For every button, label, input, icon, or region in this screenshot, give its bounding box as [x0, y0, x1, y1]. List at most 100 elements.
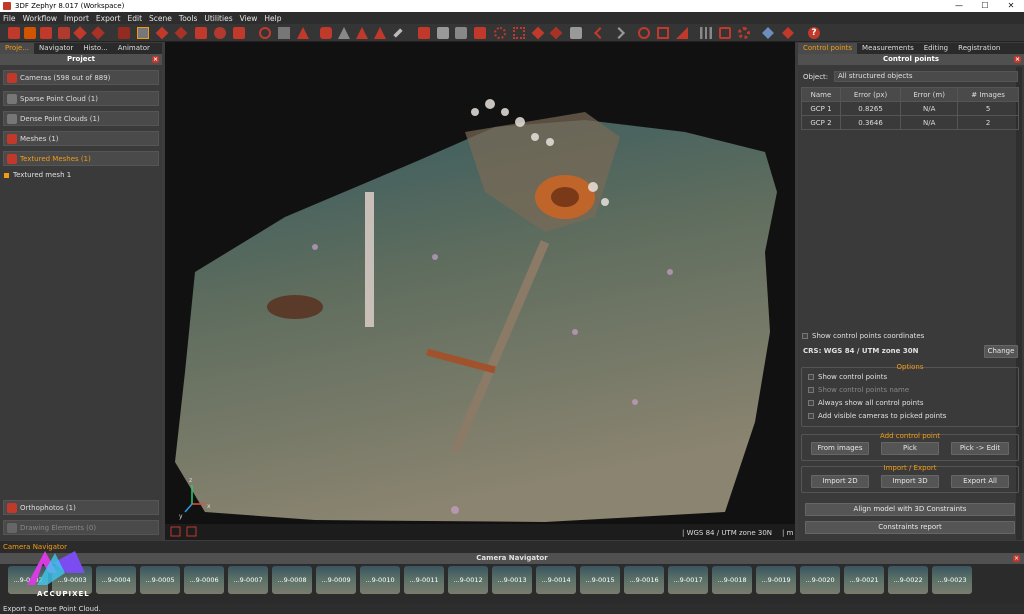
show-coords-checkbox[interactable]: Show control points coordinates: [802, 332, 924, 340]
camera-thumbnail[interactable]: ...9-0010: [360, 566, 400, 594]
project-item-drawing-elements[interactable]: Drawing Elements (0): [3, 520, 159, 535]
camera-thumbnail[interactable]: ...9-0023: [932, 566, 972, 594]
screenshot-icon[interactable]: [570, 27, 582, 39]
crop-icon[interactable]: [657, 27, 669, 39]
mesh-tool-icon[interactable]: [118, 27, 130, 39]
from-images-button[interactable]: From images: [811, 442, 869, 455]
camera-thumbnail[interactable]: ...9-0008: [272, 566, 312, 594]
filter-icon[interactable]: [418, 27, 430, 39]
camera-thumbnail[interactable]: ...9-0018: [712, 566, 752, 594]
textured-mesh-entry[interactable]: Textured mesh 1: [4, 171, 71, 179]
menu-tools[interactable]: Tools: [179, 14, 197, 23]
change-crs-button[interactable]: Change: [984, 345, 1018, 358]
cameras-tool-icon[interactable]: [58, 27, 70, 39]
sparse-cloud-icon[interactable]: [73, 26, 87, 40]
help-icon[interactable]: ?: [808, 27, 820, 39]
table-row[interactable]: GCP 1 0.8265 N/A 5: [801, 101, 1019, 116]
stop-icon[interactable]: [278, 27, 290, 39]
cube-red-icon[interactable]: [531, 26, 545, 40]
project-item-sparse-cloud[interactable]: Sparse Point Cloud (1): [3, 91, 159, 106]
import-2d-button[interactable]: Import 2D: [811, 475, 869, 488]
pick-button[interactable]: Pick: [881, 442, 939, 455]
tab-registration[interactable]: Registration: [953, 43, 1005, 54]
camera-thumbnail[interactable]: ...9-0017: [668, 566, 708, 594]
orbit-icon[interactable]: [259, 27, 271, 39]
texture-tool-icon[interactable]: [155, 26, 169, 40]
tab-control-points[interactable]: Control points: [798, 43, 858, 54]
sphere-select-icon[interactable]: [494, 27, 506, 39]
project-item-dense-cloud[interactable]: Dense Point Clouds (1): [3, 111, 159, 126]
menu-help[interactable]: Help: [264, 14, 281, 23]
camera-icon[interactable]: [233, 27, 245, 39]
import-3d-button[interactable]: Import 3D: [881, 475, 939, 488]
menu-view[interactable]: View: [240, 14, 258, 23]
close-window-button[interactable]: ✕: [998, 0, 1024, 12]
tab-history[interactable]: Histo...: [78, 43, 112, 54]
box-select-icon[interactable]: [513, 27, 525, 39]
camera-thumbnail[interactable]: ...9-0011: [404, 566, 444, 594]
project-item-orthophotos[interactable]: Orthophotos (1): [3, 500, 159, 515]
close-camera-navigator-button[interactable]: ×: [1013, 555, 1020, 562]
video-icon[interactable]: [719, 27, 731, 39]
ortho-tool-icon[interactable]: [174, 26, 188, 40]
menu-edit[interactable]: Edit: [127, 14, 142, 23]
camera-thumbnail[interactable]: ...9-0016: [624, 566, 664, 594]
camera-thumbnail[interactable]: ...9-0009: [316, 566, 356, 594]
tab-project[interactable]: Proje...: [0, 43, 35, 54]
tab-editing[interactable]: Editing: [919, 43, 953, 54]
col-header-error-px[interactable]: Error (px): [839, 87, 902, 102]
camera-thumbnail[interactable]: ...9-0019: [756, 566, 796, 594]
col-header-error-m[interactable]: Error (m): [900, 87, 959, 102]
camera-thumbnail[interactable]: ...9-0015: [580, 566, 620, 594]
menu-file[interactable]: File: [3, 14, 16, 23]
warning-icon[interactable]: [374, 27, 386, 39]
tab-animator[interactable]: Animator: [113, 43, 155, 54]
select-tool-icon[interactable]: [137, 27, 149, 39]
project-item-meshes[interactable]: Meshes (1): [3, 131, 159, 146]
project-item-textured-meshes[interactable]: Textured Meshes (1): [3, 151, 159, 166]
dense-cloud-icon[interactable]: [91, 26, 105, 40]
close-project-panel-button[interactable]: ×: [152, 56, 159, 63]
camera-thumbnail[interactable]: ...9-0020: [800, 566, 840, 594]
levels-icon[interactable]: [700, 27, 712, 39]
gcp-icon[interactable]: [214, 27, 226, 39]
brush-icon[interactable]: [393, 28, 403, 38]
menu-workflow[interactable]: Workflow: [23, 14, 57, 23]
mesh-edit-icon[interactable]: [455, 27, 467, 39]
constraints-report-button[interactable]: Constraints report: [805, 521, 1015, 534]
ruler-icon[interactable]: [676, 27, 688, 39]
person-icon[interactable]: [320, 27, 332, 39]
menu-import[interactable]: Import: [64, 14, 89, 23]
close-control-points-panel-button[interactable]: ×: [1014, 56, 1021, 63]
camera-thumbnail[interactable]: ...9-0005: [140, 566, 180, 594]
redo-icon[interactable]: [613, 27, 625, 39]
align-model-button[interactable]: Align model with 3D Constraints: [805, 503, 1015, 516]
camera-thumbnail[interactable]: ...9-0012: [448, 566, 488, 594]
tab-measurements[interactable]: Measurements: [857, 43, 919, 54]
menu-utilities[interactable]: Utilities: [204, 14, 232, 23]
open-project-icon[interactable]: [24, 27, 36, 39]
object-select[interactable]: All structured objects: [834, 71, 1018, 82]
maximize-button[interactable]: ☐: [972, 0, 998, 12]
option-show-names[interactable]: Show control points name: [808, 386, 909, 394]
camera-thumbnail[interactable]: ...9-0006: [184, 566, 224, 594]
triangle-gray-icon[interactable]: [338, 27, 350, 39]
table-row[interactable]: GCP 2 0.3646 N/A 2: [801, 115, 1019, 130]
tab-navigator[interactable]: Navigator: [34, 43, 78, 54]
undo-icon[interactable]: [594, 27, 606, 39]
vr-cube-icon[interactable]: [762, 27, 774, 39]
menu-scene[interactable]: Scene: [149, 14, 172, 23]
cube-dark-icon[interactable]: [549, 26, 563, 40]
new-project-icon[interactable]: [8, 27, 20, 39]
cloud-edit-icon[interactable]: [437, 27, 449, 39]
project-item-cameras[interactable]: Cameras (598 out of 889): [3, 70, 159, 85]
menu-export[interactable]: Export: [96, 14, 121, 23]
clean-icon[interactable]: [474, 27, 486, 39]
col-header-images[interactable]: # Images: [957, 87, 1019, 102]
triangle-icon[interactable]: [356, 27, 368, 39]
camera-thumbnail[interactable]: ...9-0022: [888, 566, 928, 594]
col-header-name[interactable]: Name: [801, 87, 841, 102]
camera-thumbnail[interactable]: ...9-0007: [228, 566, 268, 594]
option-show-control-points[interactable]: Show control points: [808, 373, 887, 381]
settings-icon[interactable]: [738, 27, 750, 39]
